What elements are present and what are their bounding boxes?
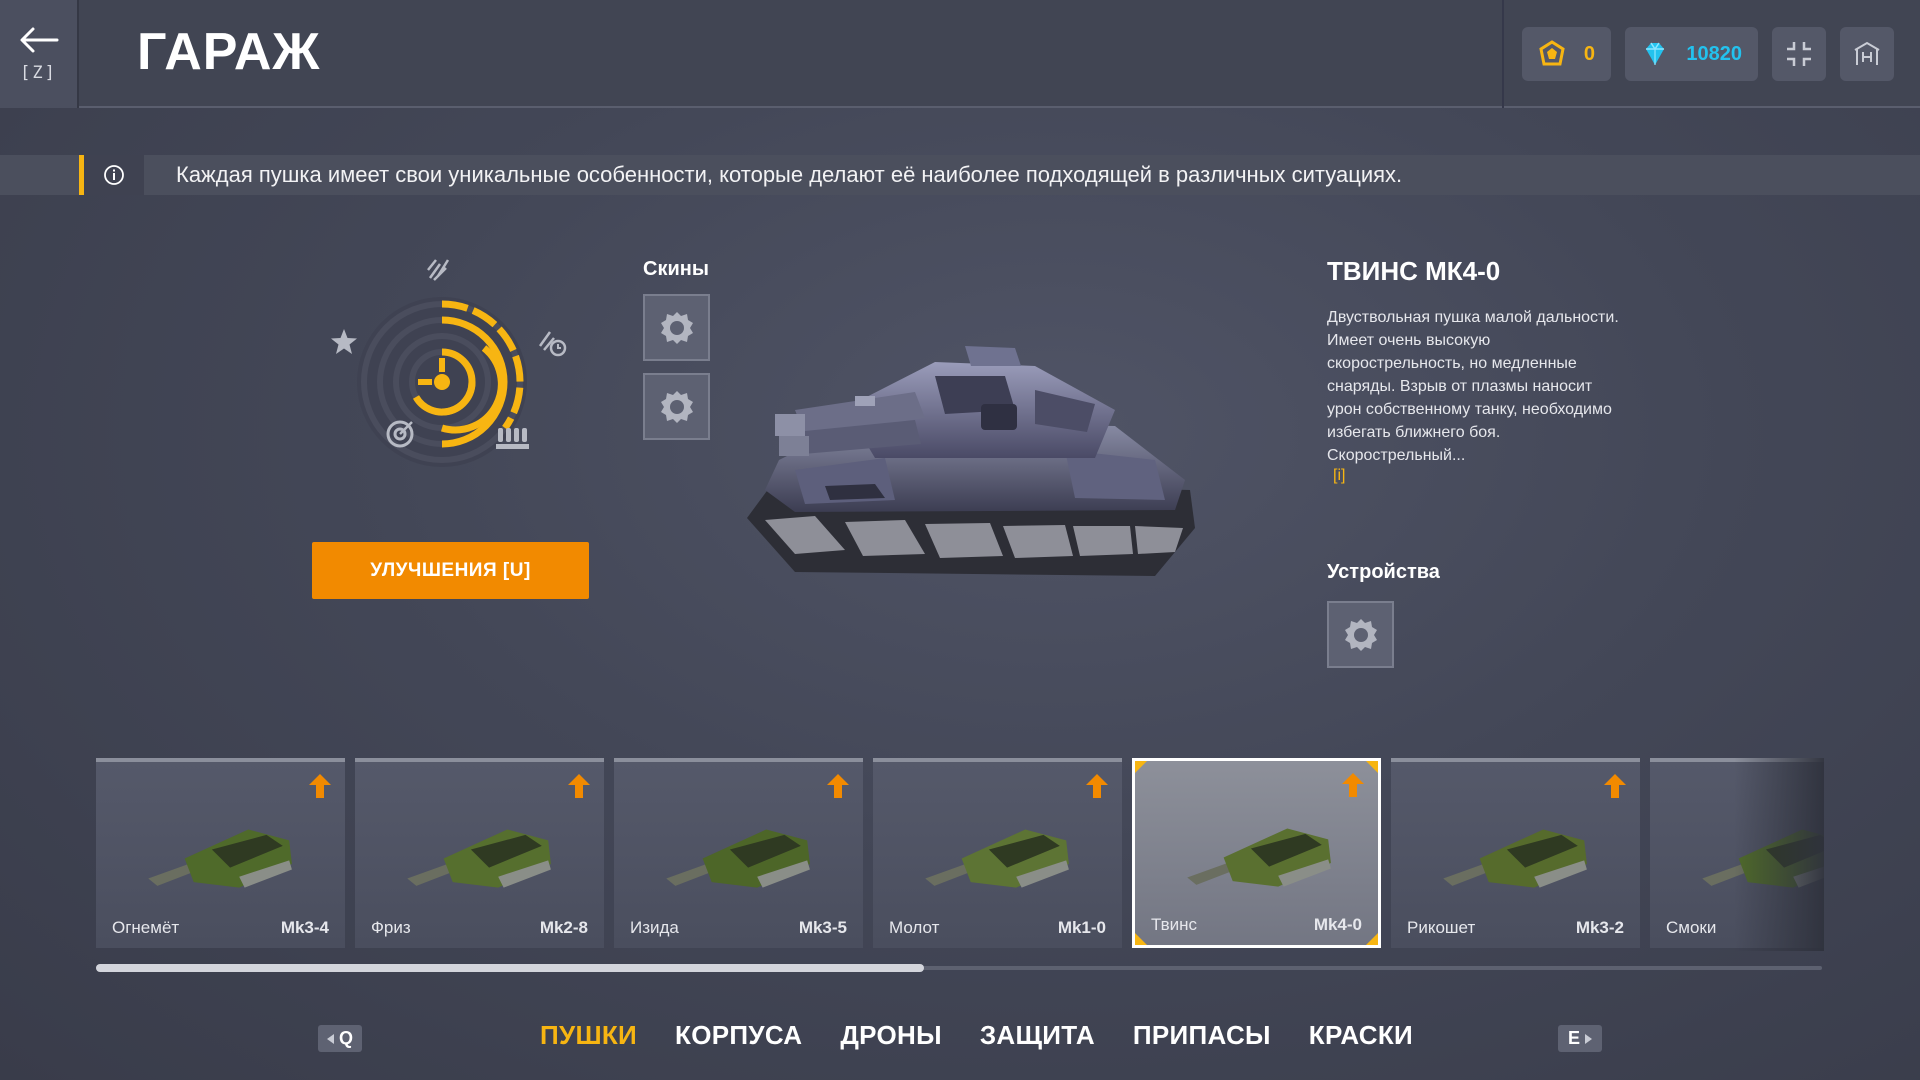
diamonds-value: 10820 [1686, 42, 1742, 65]
next-key-label: E [1567, 1028, 1580, 1048]
category-tabs: ПУШКИ КОРПУСА ДРОНЫ ЗАЩИТА ПРИПАСЫ КРАСКИ [540, 1020, 1413, 1060]
turret-image [1443, 829, 1587, 888]
hangar-button[interactable] [1840, 27, 1894, 81]
turret-mk: Mk4-0 [1313, 915, 1362, 934]
upgrade-arrow-icon [827, 774, 849, 798]
turret-name: Молот [889, 918, 940, 937]
caret-right-icon [1585, 1033, 1592, 1044]
turret-name: Смоки [1666, 918, 1717, 937]
gear-icon [660, 390, 693, 423]
skins-label: Скины [643, 258, 709, 280]
upgrade-arrow-icon [1604, 774, 1626, 798]
turret-card[interactable]: Фриз Mk2-8 [355, 758, 604, 948]
turret-card[interactable]: Твинс Mk4-0 [1132, 758, 1381, 948]
next-category-key[interactable]: E [1558, 1025, 1602, 1052]
prev-category-key[interactable]: Q [318, 1025, 362, 1052]
star-icon [331, 329, 357, 354]
crystals-counter[interactable]: 0 [1522, 27, 1611, 81]
selection-corner [1135, 933, 1147, 945]
arrow-left-icon [20, 27, 58, 53]
skin-slot-1[interactable] [643, 294, 710, 361]
turret-name: Изида [630, 918, 679, 937]
fullscreen-button[interactable] [1772, 27, 1826, 81]
reload-icon [538, 331, 567, 357]
item-title: ТВИНС МК4-0 [1327, 256, 1501, 286]
turret-mk: Mk1-0 [1057, 918, 1106, 937]
turret-card[interactable]: Изида Mk3-5 [614, 758, 863, 948]
upgrades-button[interactable]: УЛУЧШЕНИЯ [U] [312, 542, 589, 599]
turret-card[interactable]: Рикошет Mk3-2 [1391, 758, 1640, 948]
turret-card[interactable]: Смоки [1650, 758, 1824, 948]
turret-name: Фриз [371, 918, 411, 937]
info-icon-box [84, 155, 144, 195]
selection-corner [1135, 761, 1147, 773]
turret-name: Твинс [1151, 915, 1198, 934]
turret-mk: Mk2-8 [539, 918, 588, 937]
tab-4[interactable]: ЗАЩИТА [980, 1020, 1095, 1060]
turret-image [1702, 829, 1824, 888]
tab-1[interactable]: ПУШКИ [540, 1020, 637, 1060]
turret-mk: Mk3-5 [798, 918, 847, 937]
turret-card[interactable]: Огнемёт Mk3-4 [96, 758, 345, 948]
diamond-icon [1646, 42, 1664, 65]
ammo-icon [496, 428, 529, 449]
turret-mk: Mk3-4 [280, 918, 329, 937]
back-key-hint: [Z] [20, 63, 57, 83]
info-banner-left [0, 155, 80, 195]
info-icon [104, 165, 124, 185]
selection-corner [1366, 761, 1378, 773]
upgrade-arrow-icon [1086, 774, 1108, 798]
upgrade-wheel[interactable] [300, 240, 600, 510]
turret-image [666, 829, 810, 888]
caret-left-icon [326, 1033, 334, 1044]
crystals-value: 0 [1583, 42, 1595, 65]
turret-image [1187, 828, 1331, 887]
tab-2[interactable]: КОРПУСА [675, 1020, 802, 1060]
tab-3[interactable]: ДРОНЫ [840, 1020, 941, 1060]
upgrade-arrow-icon [1342, 773, 1364, 797]
info-text: Каждая пушка имеет свои уникальные особе… [176, 162, 1403, 187]
upgrade-arrow-icon [568, 774, 590, 798]
tank-preview [747, 346, 1195, 576]
prev-key-label: Q [338, 1028, 353, 1048]
turret-image [925, 829, 1069, 888]
diamonds-counter[interactable]: 10820 [1625, 27, 1758, 81]
turret-name: Рикошет [1407, 918, 1476, 937]
back-button[interactable]: [Z] [0, 0, 79, 108]
damage-icon [427, 259, 450, 281]
turret-mk: Mk3-2 [1575, 918, 1624, 937]
turret-image [407, 829, 551, 888]
turret-name: Огнемёт [112, 918, 180, 937]
tab-6[interactable]: КРАСКИ [1309, 1020, 1413, 1060]
info-banner: Каждая пушка имеет свои уникальные особе… [144, 155, 1920, 195]
gear-icon [660, 311, 693, 344]
fullscreen-icon [1787, 42, 1811, 66]
page-title: ГАРАЖ [137, 23, 321, 81]
crystal-icon [1539, 40, 1565, 66]
device-slot[interactable] [1327, 601, 1394, 668]
header-divider [1502, 0, 1504, 108]
item-description: Двуствольная пушка малой дальности. Имее… [1327, 309, 1619, 464]
carousel-scrollbar[interactable] [96, 964, 1822, 972]
turret-image [148, 829, 292, 888]
carousel-scrollbar-thumb[interactable] [96, 964, 925, 972]
gear-icon [1344, 618, 1377, 651]
more-info-link[interactable]: [i] [1333, 467, 1345, 485]
selection-corner [1366, 933, 1378, 945]
hangar-icon [1854, 41, 1880, 65]
turret-carousel[interactable]: Огнемёт Mk3-4 Фриз Mk2-8 Изида Mk3-5 Молот Mk1-… [96, 758, 1824, 951]
upgrade-arrow-icon [309, 774, 331, 798]
tab-5[interactable]: ПРИПАСЫ [1133, 1020, 1271, 1060]
devices-label: Устройства [1327, 561, 1440, 583]
top-bar: [Z] ГАРАЖ 0 10820 [0, 0, 1920, 108]
turret-card[interactable]: Молот Mk1-0 [873, 758, 1122, 948]
skin-slot-2[interactable] [643, 373, 710, 440]
